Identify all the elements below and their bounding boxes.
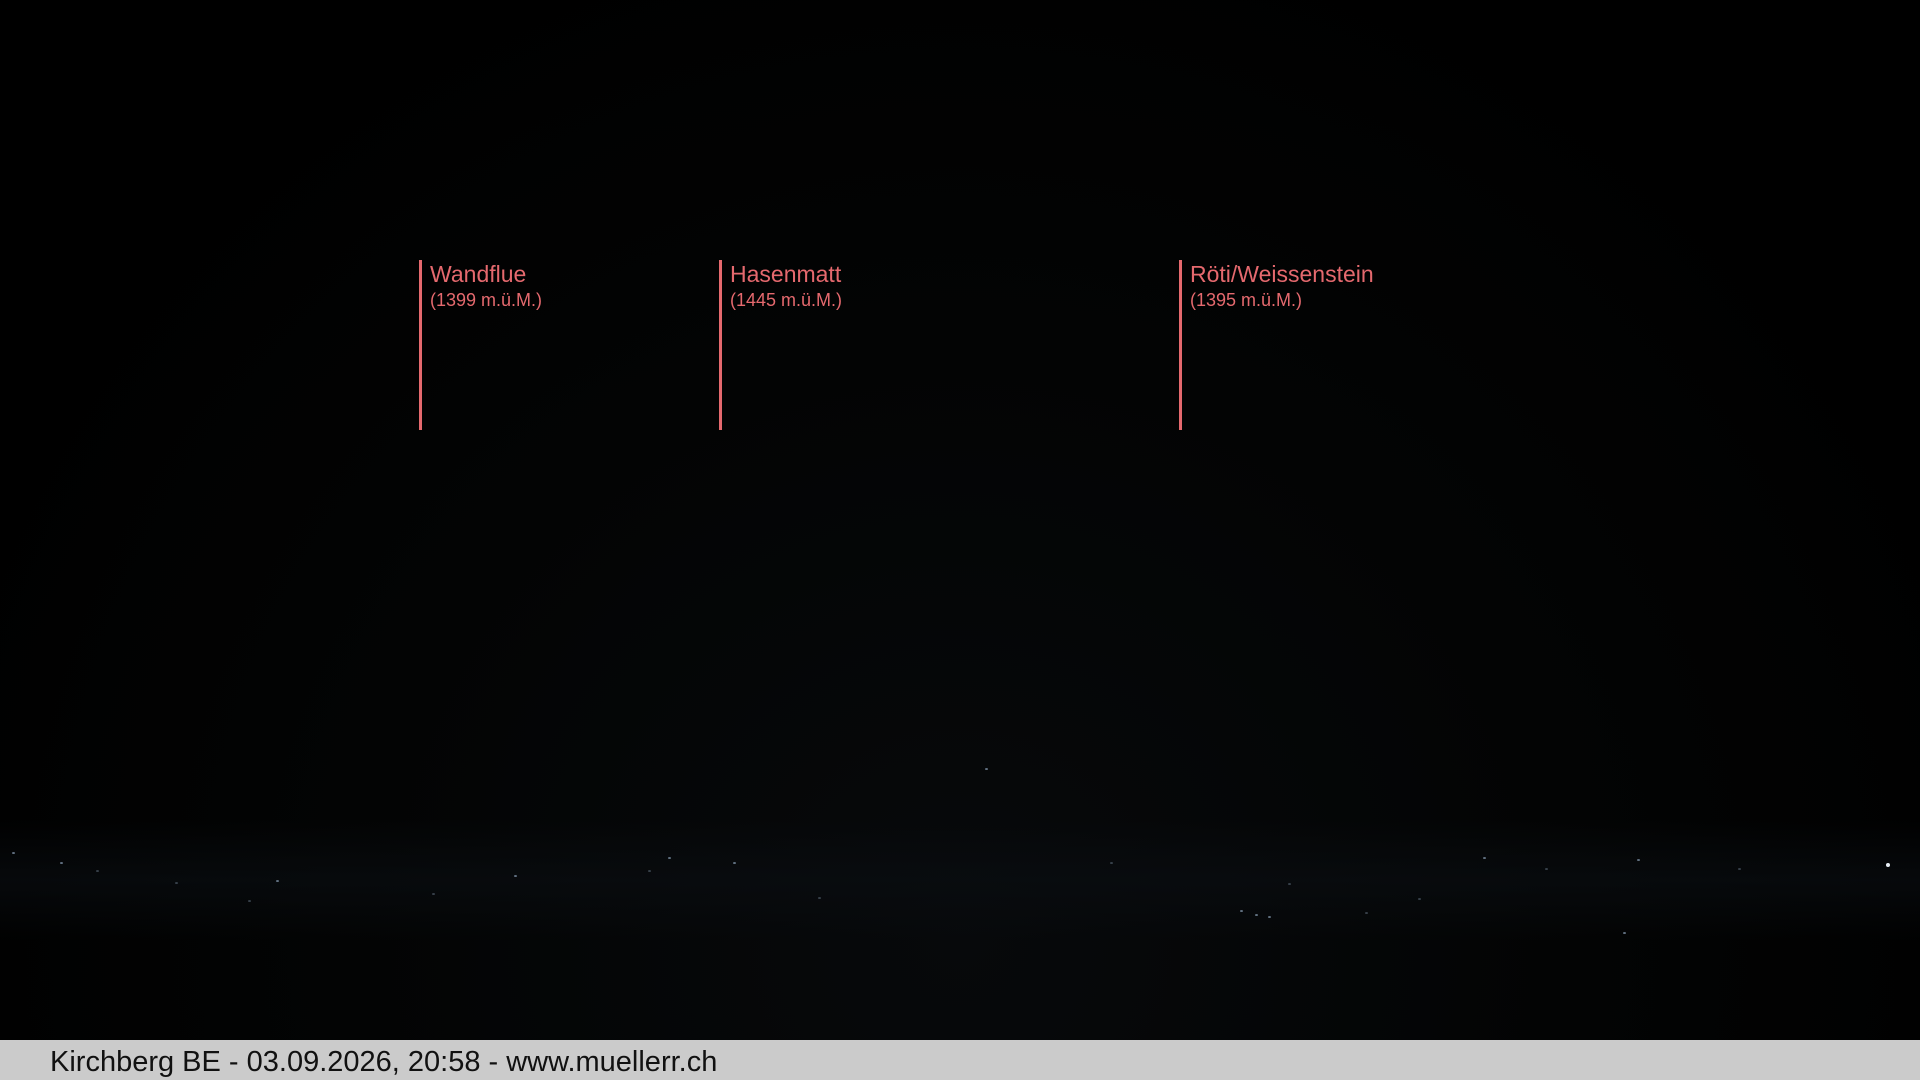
village-light xyxy=(276,880,279,882)
village-light xyxy=(1637,859,1640,861)
village-light xyxy=(1268,916,1271,918)
village-light xyxy=(733,862,736,864)
village-light xyxy=(12,852,15,854)
village-light xyxy=(668,857,671,859)
webcam-night-image: Wandflue (1399 m.ü.M.) Hasenmatt (1445 m… xyxy=(0,0,1920,1040)
village-light xyxy=(96,870,99,872)
village-light xyxy=(514,875,517,877)
peak-name: Hasenmatt xyxy=(730,261,842,287)
village-light xyxy=(1110,862,1113,864)
peak-marker-line xyxy=(419,260,422,430)
village-light xyxy=(1240,910,1243,912)
village-light xyxy=(985,768,988,770)
village-light xyxy=(1288,883,1291,885)
village-light xyxy=(1418,898,1421,900)
caption-text: Kirchberg BE - 03.09.2026, 20:58 - www.m… xyxy=(50,1046,718,1078)
village-light xyxy=(60,862,63,864)
village-light xyxy=(1483,857,1486,859)
village-light xyxy=(1545,868,1548,870)
village-light xyxy=(432,893,435,895)
peak-elevation: (1445 m.ü.M.) xyxy=(730,290,843,310)
caption-bar: Kirchberg BE - 03.09.2026, 20:58 - www.m… xyxy=(0,1040,1920,1080)
village-light xyxy=(1738,868,1741,870)
horizon-glow xyxy=(0,820,1920,940)
village-light xyxy=(1365,912,1368,914)
village-light xyxy=(248,900,251,902)
village-light xyxy=(818,897,821,899)
village-light xyxy=(1623,932,1626,934)
peak-elevation: (1395 m.ü.M.) xyxy=(1190,290,1303,310)
village-light xyxy=(175,882,178,884)
peak-name: Röti/Weissenstein xyxy=(1190,261,1374,287)
peak-name: Wandflue xyxy=(430,261,527,287)
peak-marker-line xyxy=(719,260,722,430)
village-light xyxy=(1886,863,1890,867)
peak-elevation: (1399 m.ü.M.) xyxy=(430,290,543,310)
village-light xyxy=(1255,914,1258,916)
village-light xyxy=(648,870,651,872)
peak-marker-line xyxy=(1179,260,1182,430)
